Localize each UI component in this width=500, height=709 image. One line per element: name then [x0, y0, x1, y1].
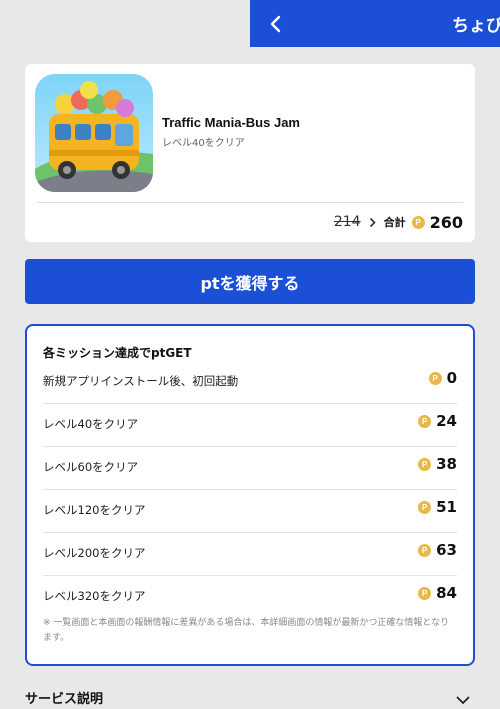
divider: [37, 202, 463, 203]
mission-row: レベル200をクリア P 63: [43, 533, 457, 576]
mission-label: レベル200をクリア: [43, 546, 146, 560]
app-icon[interactable]: [35, 74, 153, 192]
coin-icon: P: [418, 457, 432, 471]
total-points: 260: [429, 212, 463, 232]
mission-points: 63: [436, 541, 457, 559]
missions-title: 各ミッション達成でptGET: [43, 346, 192, 360]
chevron-right-icon: [369, 217, 376, 228]
mission-points: 38: [436, 455, 457, 473]
mission-points: 51: [436, 498, 457, 516]
app-card: Traffic Mania-Bus Jam レベル40をクリア 214 合計 P…: [25, 64, 475, 242]
mission-points: 24: [436, 412, 457, 430]
mission-row: 新規アプリインストール後、初回起動 P0: [43, 361, 457, 404]
get-points-button[interactable]: ptを獲得する: [25, 259, 475, 304]
mission-points: 0: [446, 369, 457, 387]
mission-label: レベル40をクリア: [43, 417, 139, 431]
mission-label: レベル320をクリア: [43, 589, 146, 603]
page-title: ちょびリッチ: [452, 16, 500, 36]
coin-icon: P: [428, 371, 442, 385]
chevron-left-icon: [270, 15, 281, 33]
mission-label: 新規アプリインストール後、初回起動: [43, 374, 239, 388]
old-points: 214: [333, 214, 361, 230]
mission-row: レベル40をクリア P 24: [43, 404, 457, 447]
top-header: ちょびリッチ: [250, 0, 500, 47]
mission-row: レベル120をクリア P 51: [43, 490, 457, 533]
coin-icon: P: [418, 500, 432, 514]
coin-icon: P: [418, 586, 432, 600]
coin-icon: P: [411, 215, 425, 229]
coin-icon: P: [418, 543, 432, 557]
disclaimer-note: ※ 一覧画面と本画面の報酬情報に差異がある場合は、本詳細画面の情報が最新かつ正確…: [43, 618, 450, 643]
service-description-heading[interactable]: サービス説明: [25, 688, 103, 707]
mission-row: レベル320をクリア P 84: [43, 576, 457, 619]
mission-points: 84: [436, 584, 457, 602]
mission-label: レベル60をクリア: [43, 460, 139, 474]
coin-icon: P: [418, 414, 432, 428]
missions-panel: 各ミッション達成でptGET 新規アプリインストール後、初回起動 P0 レベル4…: [25, 324, 475, 666]
mission-row: レベル60をクリア P 38: [43, 447, 457, 490]
app-name: Traffic Mania-Bus Jam: [162, 115, 300, 130]
price-row: 214 合計 P 260: [334, 212, 463, 232]
total-label: 合計: [383, 216, 406, 229]
mission-label: レベル120をクリア: [43, 503, 146, 517]
back-button[interactable]: [264, 12, 288, 36]
app-subtitle: レベル40をクリア: [162, 138, 245, 149]
